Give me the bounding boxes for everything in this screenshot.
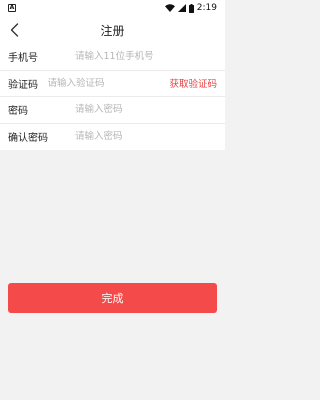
phone-input[interactable] xyxy=(75,46,217,67)
status-bar: A 2:19 xyxy=(0,0,225,16)
phone-row: 手机号 xyxy=(0,44,225,71)
password-input[interactable] xyxy=(75,99,217,120)
confirm-password-label: 确认密码 xyxy=(8,133,48,145)
phone-label: 手机号 xyxy=(8,53,38,65)
app-a-icon: A xyxy=(8,4,16,12)
register-page: A 2:19 注册 手机号 请输入11位手机号 验证码 请输入验证码 获取验证码… xyxy=(0,0,225,400)
password-row: 密码 xyxy=(0,97,225,124)
wifi-icon xyxy=(164,4,175,12)
get-code-button[interactable]: 获取验证码 xyxy=(169,76,217,90)
verification-code-input[interactable] xyxy=(47,73,170,94)
status-left: A xyxy=(8,4,16,12)
battery-icon xyxy=(188,3,194,13)
page-title: 注册 xyxy=(100,23,125,38)
verification-code-row: 验证码 获取验证码 xyxy=(0,71,225,97)
register-form: 手机号 验证码 获取验证码 密码 确认密码 xyxy=(0,44,225,150)
back-button[interactable] xyxy=(4,20,24,40)
status-right: 2:19 xyxy=(164,3,217,13)
confirm-password-row: 确认密码 xyxy=(0,124,225,151)
header-bar: 注册 xyxy=(0,16,225,44)
password-label: 密码 xyxy=(8,106,28,118)
signal-icon xyxy=(177,4,186,12)
status-time: 2:19 xyxy=(196,3,217,13)
verification-code-label: 验证码 xyxy=(8,79,38,91)
chevron-left-icon xyxy=(10,23,18,37)
confirm-password-input[interactable] xyxy=(75,126,217,147)
submit-button[interactable]: 完成 xyxy=(8,283,217,313)
